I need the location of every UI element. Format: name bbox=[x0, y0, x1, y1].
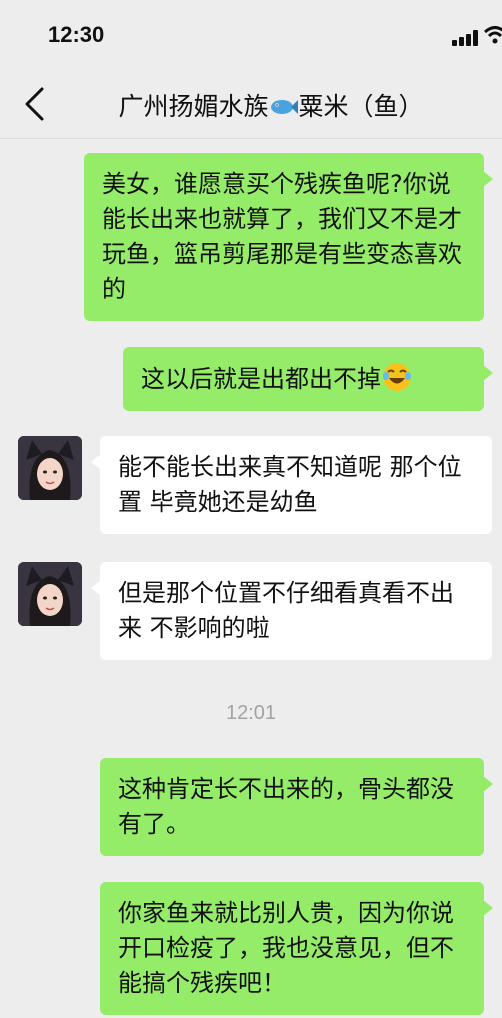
avatar-image bbox=[18, 436, 82, 500]
sent-message[interactable]: 你家鱼来就比别人贵，因为你说开口检疫了，我也没意见，但不能搞个残疾吧！ bbox=[100, 882, 493, 1015]
contact-avatar[interactable] bbox=[18, 562, 82, 626]
message-text: 这以后就是出都出不掉 bbox=[141, 365, 381, 393]
chat-title-suffix: 粟米（鱼） bbox=[298, 92, 424, 121]
avatar-image bbox=[18, 562, 82, 626]
chat-header: 广州扬媚水族 粟米（鱼） bbox=[0, 70, 502, 139]
sent-message[interactable]: 这种肯定长不出来的，骨头都没有了。 bbox=[100, 758, 493, 856]
received-message[interactable]: 能不能长出来真不知道呢 那个位置 毕竟她还是幼鱼 bbox=[91, 436, 492, 534]
message-timestamp: 12:01 bbox=[225, 702, 277, 724]
message-text: 你家鱼来就比别人贵，因为你说开口检疫了，我也没意见，但不能搞个残疾吧！ bbox=[118, 899, 454, 997]
received-message[interactable]: 但是那个位置不仔细看真看不出来 不影响的啦 bbox=[91, 562, 492, 660]
cellular-signal-icon bbox=[452, 30, 482, 46]
status-bar: 12:30 bbox=[0, 0, 502, 70]
wifi-icon bbox=[484, 26, 502, 44]
chat-title-name: 广州扬媚水族 bbox=[118, 92, 269, 121]
message-text: 能不能长出来真不知道呢 那个位置 毕竟她还是幼鱼 bbox=[118, 453, 462, 516]
contact-avatar[interactable] bbox=[18, 436, 82, 500]
back-arrow-icon[interactable] bbox=[20, 86, 50, 122]
message-text: 美女，谁愿意买个残疾鱼呢?你说能长出来也就算了，我们又不是才玩鱼，篮吊剪尾那是有… bbox=[102, 170, 462, 303]
message-text: 这种肯定长不出来的，骨头都没有了。 bbox=[118, 775, 454, 838]
sent-message[interactable]: 美女，谁愿意买个残疾鱼呢?你说能长出来也就算了，我们又不是才玩鱼，篮吊剪尾那是有… bbox=[84, 153, 493, 321]
fish-emoji-icon bbox=[270, 100, 298, 114]
status-time: 12:30 bbox=[48, 22, 105, 47]
message-text: 但是那个位置不仔细看真看不出来 不影响的啦 bbox=[118, 579, 454, 642]
sent-message[interactable]: 这以后就是出都出不掉 bbox=[123, 347, 493, 411]
chat-title: 广州扬媚水族 粟米（鱼） bbox=[60, 87, 482, 123]
rofl-emoji-icon bbox=[383, 363, 411, 391]
